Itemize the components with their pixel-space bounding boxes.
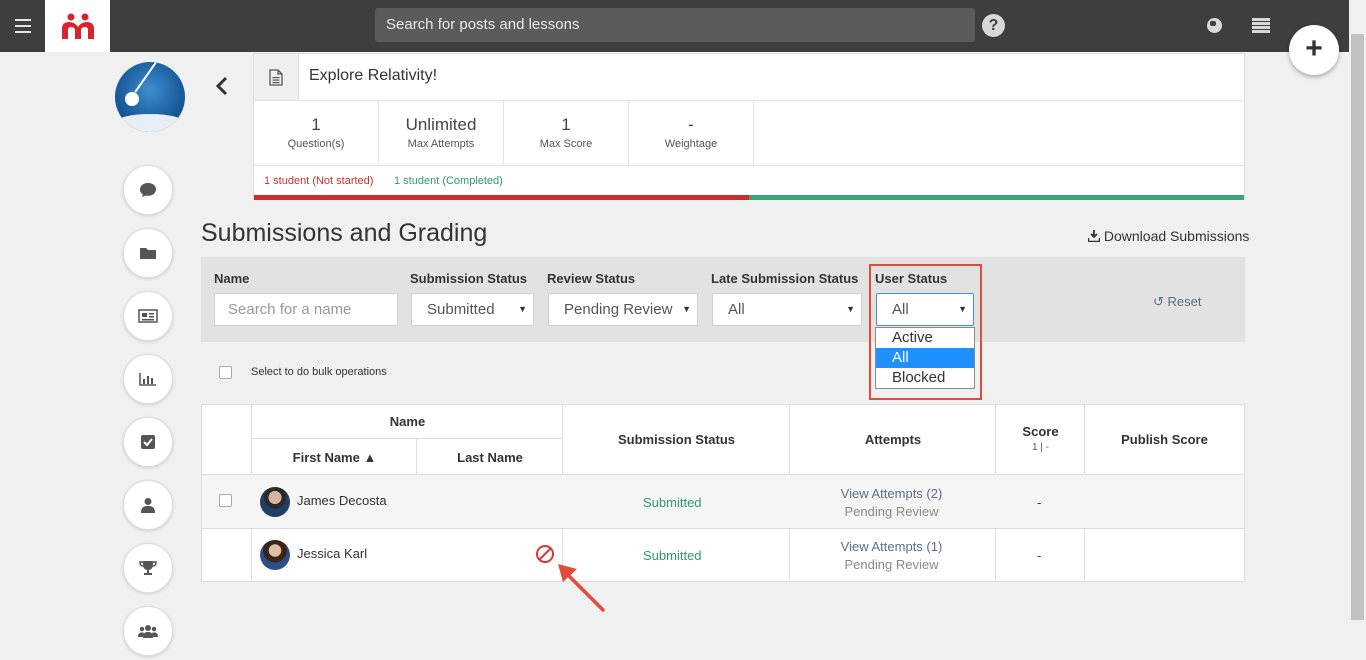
question-circle-icon[interactable]: ? bbox=[982, 14, 1005, 37]
score-header: Score bbox=[1022, 424, 1059, 439]
download-icon bbox=[1087, 230, 1101, 243]
attempts-header: Attempts bbox=[864, 432, 922, 447]
review-status-value: Pending Review bbox=[564, 301, 673, 318]
progress-not-started-bar bbox=[254, 195, 749, 200]
review-status-label: Review Status bbox=[547, 271, 636, 286]
scrollbar-thumb[interactable] bbox=[1351, 34, 1364, 620]
stat-weightage: - Weightage bbox=[629, 101, 754, 165]
review-status-select[interactable]: Pending Review ▼ bbox=[548, 293, 698, 326]
assignment-title: Explore Relativity! bbox=[309, 67, 438, 84]
app-logo[interactable] bbox=[45, 0, 110, 52]
filter-panel: Name Search for a name Submission Status… bbox=[201, 257, 1245, 342]
group-icon[interactable] bbox=[123, 606, 173, 656]
late-status-select[interactable]: All ▼ bbox=[712, 293, 862, 326]
user-icon[interactable] bbox=[123, 480, 173, 530]
trophy-icon[interactable] bbox=[123, 543, 173, 593]
download-submissions-link[interactable]: Download Submissions bbox=[1087, 228, 1250, 244]
stat-value: 1 bbox=[311, 115, 321, 134]
publish-score-header: Publish Score bbox=[1121, 432, 1208, 447]
search-input[interactable]: Search for posts and lessons bbox=[375, 8, 975, 42]
stat-max-score: 1 Max Score bbox=[504, 101, 629, 165]
name-search-input[interactable]: Search for a name bbox=[214, 293, 398, 326]
first-name-header[interactable]: First Name ▲ bbox=[252, 450, 417, 465]
checkbox-icon[interactable] bbox=[123, 417, 173, 467]
stat-value: - bbox=[688, 115, 694, 134]
avatar bbox=[260, 540, 290, 570]
option-all[interactable]: All bbox=[876, 348, 974, 368]
caret-down-icon: ▼ bbox=[518, 304, 527, 314]
top-bar: Search for posts and lessons ? bbox=[0, 0, 1366, 52]
late-status-label: Late Submission Status bbox=[711, 271, 859, 286]
folder-icon[interactable] bbox=[123, 228, 173, 278]
back-chevron-icon[interactable] bbox=[215, 76, 233, 96]
score-value: - bbox=[1037, 495, 1042, 510]
annotation-arrow-icon bbox=[558, 564, 605, 612]
completed-count[interactable]: 1 student (Completed) bbox=[394, 175, 503, 187]
stat-label: Weightage bbox=[664, 138, 718, 150]
view-attempts-link[interactable]: View Attempts (1) bbox=[789, 539, 994, 554]
stat-label: Max Attempts bbox=[407, 138, 475, 150]
progress-completed-bar bbox=[749, 195, 1244, 200]
score-value: - bbox=[1037, 548, 1042, 563]
stat-max-attempts: Unlimited Max Attempts bbox=[379, 101, 504, 165]
bar-chart-icon[interactable] bbox=[123, 354, 173, 404]
blocked-icon bbox=[536, 545, 554, 563]
last-name-header[interactable]: Last Name bbox=[417, 450, 563, 465]
reset-button[interactable]: ↺ Reset bbox=[1153, 294, 1202, 310]
stat-label: Question(s) bbox=[287, 138, 345, 150]
not-started-count[interactable]: 1 student (Not started) bbox=[264, 175, 373, 187]
caret-down-icon: ▼ bbox=[846, 304, 855, 314]
name-filter-label: Name bbox=[214, 271, 250, 286]
logo-icon bbox=[61, 13, 94, 39]
avatar bbox=[260, 487, 290, 517]
stat-label: Max Score bbox=[539, 138, 593, 150]
stat-value: Unlimited bbox=[405, 115, 477, 134]
globe-icon[interactable] bbox=[1207, 18, 1222, 33]
bulk-select-checkbox[interactable] bbox=[219, 366, 232, 379]
view-attempts-link[interactable]: View Attempts (2) bbox=[789, 486, 994, 501]
stat-questions: 1 Question(s) bbox=[254, 101, 379, 165]
undo-icon: ↺ bbox=[1153, 294, 1164, 309]
submission-status-value: Submitted bbox=[427, 301, 495, 318]
add-button[interactable]: + bbox=[1289, 25, 1339, 75]
stat-value: 1 bbox=[561, 115, 571, 134]
newspaper-icon[interactable] bbox=[123, 291, 173, 341]
caret-down-icon: ▼ bbox=[682, 304, 691, 314]
option-blocked[interactable]: Blocked bbox=[876, 368, 974, 388]
submission-status: Submitted bbox=[643, 495, 702, 510]
hamburger-menu-icon[interactable] bbox=[0, 0, 45, 52]
row-checkbox[interactable] bbox=[219, 494, 232, 507]
assignment-card: Explore Relativity! 1 Question(s) Unlimi… bbox=[253, 53, 1245, 200]
name-header: Name bbox=[389, 414, 426, 429]
list-view-icon[interactable] bbox=[1252, 18, 1270, 33]
submission-status: Submitted bbox=[643, 548, 702, 563]
option-active[interactable]: Active bbox=[876, 328, 974, 348]
student-name[interactable]: Jessica Karl bbox=[297, 546, 367, 561]
review-status: Pending Review bbox=[844, 557, 939, 572]
score-subheader: 1 | - bbox=[1031, 442, 1050, 453]
document-icon bbox=[254, 54, 299, 100]
reset-label: Reset bbox=[1167, 294, 1202, 309]
bulk-select-label: Select to do bulk operations bbox=[251, 366, 387, 378]
review-status: Pending Review bbox=[844, 504, 939, 519]
page-title: Submissions and Grading bbox=[201, 219, 488, 247]
submission-status-header: Submission Status bbox=[617, 432, 736, 447]
discussion-icon[interactable] bbox=[123, 165, 173, 215]
download-label: Download Submissions bbox=[1103, 228, 1250, 244]
user-status-dropdown[interactable]: Active All Blocked bbox=[875, 327, 975, 389]
course-thumbnail[interactable] bbox=[115, 62, 185, 132]
student-name[interactable]: James Decosta bbox=[297, 493, 387, 508]
submission-status-select[interactable]: Submitted ▼ bbox=[411, 293, 534, 326]
submission-status-label: Submission Status bbox=[410, 271, 528, 286]
late-status-value: All bbox=[728, 301, 745, 318]
